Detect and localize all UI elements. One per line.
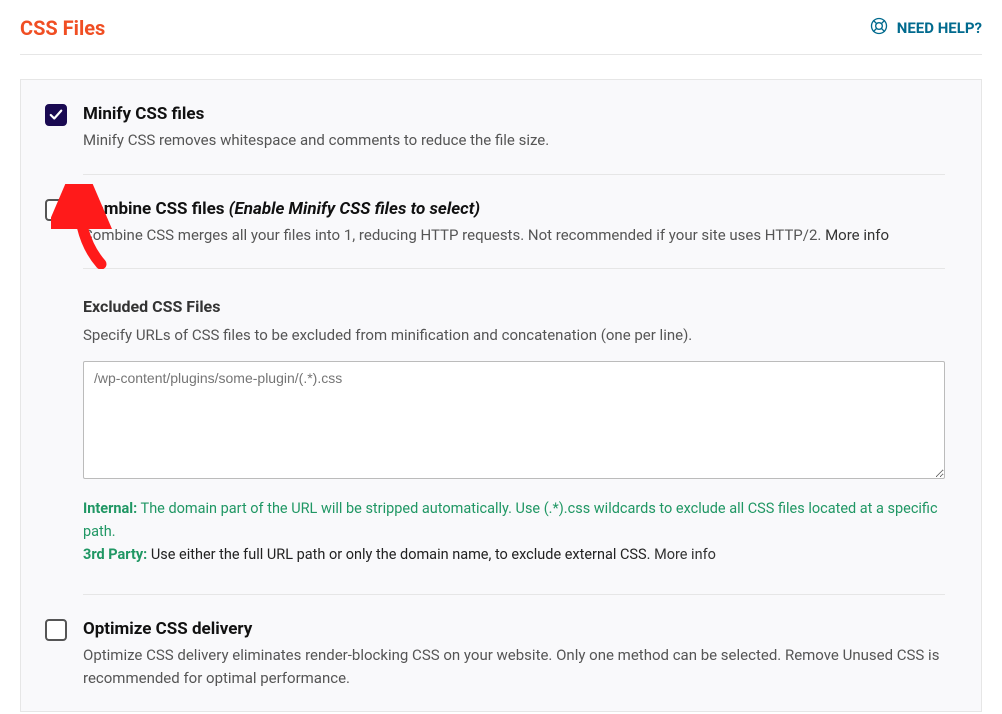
check-icon	[49, 108, 63, 122]
excluded-desc: Specify URLs of CSS files to be excluded…	[83, 324, 945, 347]
minify-checkbox[interactable]	[45, 104, 67, 126]
setting-minify: Minify CSS files Minify CSS removes whit…	[21, 80, 981, 174]
minify-desc: Minify CSS removes whitespace and commen…	[83, 129, 945, 152]
combine-hint: (Enable Minify CSS files to select)	[229, 199, 480, 219]
optimize-checkbox[interactable]	[45, 619, 67, 641]
optimize-label: Optimize CSS delivery	[83, 619, 945, 639]
page-header: CSS Files NEED HELP?	[20, 16, 982, 55]
page-title: CSS Files	[20, 16, 105, 40]
excluded-textarea[interactable]	[83, 361, 945, 479]
combine-label: Combine CSS files (Enable Minify CSS fil…	[83, 199, 945, 219]
setting-combine: Combine CSS files (Enable Minify CSS fil…	[21, 175, 981, 269]
need-help-label: NEED HELP?	[897, 19, 982, 37]
combine-desc: Combine CSS merges all your files into 1…	[83, 224, 945, 247]
combine-checkbox[interactable]	[45, 199, 67, 221]
excluded-label: Excluded CSS Files	[83, 297, 945, 316]
excluded-note: Internal: The domain part of the URL wil…	[83, 497, 945, 567]
combine-more-link[interactable]: More info	[825, 226, 889, 244]
setting-optimize: Optimize CSS delivery Optimize CSS deliv…	[21, 595, 981, 711]
lifesaver-icon	[869, 16, 889, 40]
need-help-link[interactable]: NEED HELP?	[869, 16, 982, 40]
minify-label: Minify CSS files	[83, 104, 945, 124]
setting-excluded: Excluded CSS Files Specify URLs of CSS f…	[21, 269, 981, 594]
excluded-more-link[interactable]: More info	[654, 546, 716, 563]
settings-panel: Minify CSS files Minify CSS removes whit…	[20, 79, 982, 712]
optimize-desc: Optimize CSS delivery eliminates render-…	[83, 644, 945, 689]
